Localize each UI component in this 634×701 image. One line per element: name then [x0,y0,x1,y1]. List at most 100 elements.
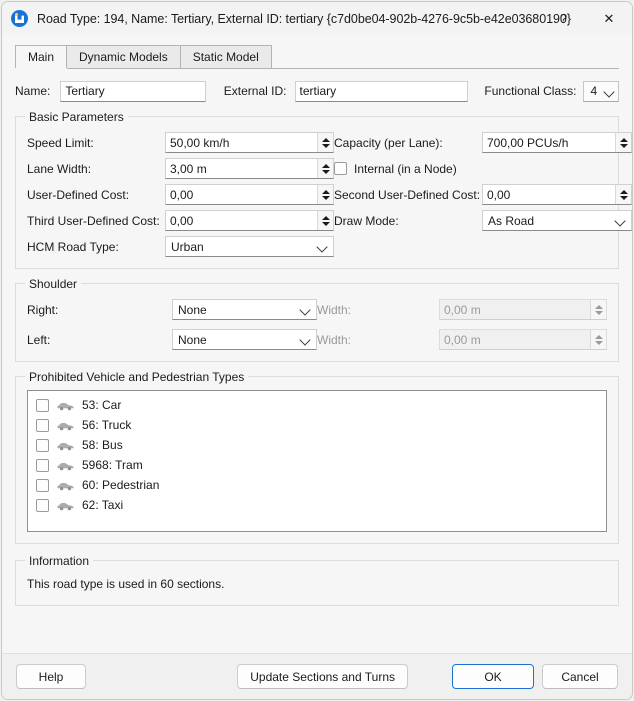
chevron-down-icon [603,85,616,98]
speed-limit-stepper[interactable] [317,133,333,152]
cancel-button[interactable]: Cancel [542,664,618,689]
name-input[interactable]: Tertiary [60,80,206,102]
third-user-defined-cost-spinner[interactable]: 0,00 [165,210,334,231]
aimsun-app-icon [11,10,28,27]
shoulder-right-width-spinner: 0,00 m [439,299,607,320]
lane-width-label: Lane Width: [27,161,92,176]
vehicle-icon [57,460,74,471]
chevron-down-icon [614,214,627,227]
prohibited-type-label: 5968: Tram [82,458,143,472]
tab-main[interactable]: Main [15,45,68,68]
vehicle-icon [57,420,74,431]
lane-width-stepper[interactable] [317,159,333,178]
close-icon[interactable]: ✕ [586,2,632,35]
second-user-defined-cost-spinner[interactable]: 0,00 [482,184,632,205]
list-item[interactable]: 62: Taxi [28,495,606,515]
prohibited-type-checkbox[interactable] [36,438,49,452]
user-defined-cost-stepper[interactable] [317,185,333,204]
vehicle-icon [57,440,74,451]
hcm-road-type-value: Urban [171,239,204,254]
shoulder-left-width-value: 0,00 m [444,332,481,347]
second-user-defined-cost-stepper[interactable] [615,185,631,204]
shoulder-right-select[interactable]: None [172,299,317,320]
tab-dynamic-models[interactable]: Dynamic Models [66,45,181,68]
third-user-defined-cost-label: Third User-Defined Cost: [27,213,160,228]
capacity-spinner[interactable]: 700,00 PCUs/h [482,132,632,153]
shoulder-right-label: Right: [27,302,59,317]
information-title: Information [25,554,94,568]
prohibited-type-checkbox[interactable] [36,458,49,472]
list-item[interactable]: 53: Car [28,395,606,415]
shoulder-right-width-label: Width: [317,302,352,317]
list-item[interactable]: 60: Pedestrian [28,475,606,495]
shoulder-right-width-value: 0,00 m [444,302,481,317]
prohibited-types-list[interactable]: 53: Car 56: Truck 58: Bus 5968: Tram 60:… [27,390,607,532]
shoulder-right-width-stepper [590,300,606,319]
draw-mode-label: Draw Mode: [334,213,399,228]
speed-limit-spinner[interactable]: 50,00 km/h [165,132,334,153]
draw-mode-select[interactable]: As Road [482,210,632,231]
chevron-down-icon [316,240,329,253]
prohibited-type-label: 58: Bus [82,438,123,452]
prohibited-type-label: 56: Truck [82,418,132,432]
information-text: This road type is used in 60 sections. [27,577,225,591]
chevron-down-icon [299,303,312,316]
functional-class-label: Functional Class: [484,84,577,98]
external-id-input[interactable]: tertiary [294,80,469,102]
prohibited-type-checkbox[interactable] [36,478,49,492]
shoulder-left-value: None [178,332,207,347]
basic-parameters-grid: Speed Limit: 50,00 km/h Capacity (per La… [27,132,632,257]
internal-label: Internal (in a Node) [354,161,457,176]
ok-button[interactable]: OK [452,664,534,689]
hcm-road-type-label: HCM Road Type: [27,239,119,254]
list-item[interactable]: 58: Bus [28,435,606,455]
vehicle-icon [57,400,74,411]
title-bar: Road Type: 194, Name: Tertiary, External… [2,2,632,35]
functional-class-select[interactable]: 4 [583,80,619,102]
dialog-footer: Help Update Sections and Turns OK Cancel [2,653,632,699]
tab-strip: Main Dynamic Models Static Model [15,45,619,69]
prohibited-types-group: Prohibited Vehicle and Pedestrian Types … [15,370,619,544]
vehicle-icon [57,480,74,491]
prohibited-type-label: 62: Taxi [82,498,124,512]
help-button[interactable]: Help [16,664,86,689]
information-group: Information This road type is used in 60… [15,554,619,606]
shoulder-left-label: Left: [27,332,51,347]
name-label: Name: [15,84,51,98]
prohibited-type-checkbox[interactable] [36,498,49,512]
help-icon[interactable]: ? [541,2,586,35]
speed-limit-label: Speed Limit: [27,135,94,150]
hcm-road-type-select[interactable]: Urban [165,236,334,257]
internal-checkbox[interactable] [334,162,347,175]
shoulder-left-width-label: Width: [317,332,352,347]
update-sections-and-turns-button[interactable]: Update Sections and Turns [237,664,408,689]
window-title: Road Type: 194, Name: Tertiary, External… [37,11,571,26]
shoulder-right-value: None [178,302,207,317]
shoulder-left-width-spinner: 0,00 m [439,329,607,350]
list-item[interactable]: 5968: Tram [28,455,606,475]
shoulder-left-width-stepper [590,330,606,349]
second-user-defined-cost-value: 0,00 [487,187,511,202]
third-user-defined-cost-stepper[interactable] [317,211,333,230]
list-item[interactable]: 56: Truck [28,415,606,435]
external-id-label: External ID: [223,84,287,98]
shoulder-title: Shoulder [25,277,82,291]
chevron-down-icon [299,333,312,346]
shoulder-grid: Right: None Width: 0,00 m Left: None Wid… [27,299,607,350]
shoulder-left-select[interactable]: None [172,329,317,350]
second-user-defined-cost-label: Second User-Defined Cost: [334,187,481,202]
prohibited-type-label: 53: Car [82,398,122,412]
user-defined-cost-label: User-Defined Cost: [27,187,130,202]
capacity-stepper[interactable] [615,133,631,152]
prohibited-type-label: 60: Pedestrian [82,478,160,492]
user-defined-cost-spinner[interactable]: 0,00 [165,184,334,205]
prohibited-type-checkbox[interactable] [36,398,49,412]
identity-row: Name: Tertiary External ID: tertiary Fun… [15,80,619,102]
capacity-label: Capacity (per Lane): [334,135,443,150]
draw-mode-value: As Road [488,213,535,228]
internal-checkbox-row[interactable]: Internal (in a Node) [334,162,632,176]
lane-width-spinner[interactable]: 3,00 m [165,158,334,179]
tab-static-model[interactable]: Static Model [179,45,272,68]
prohibited-type-checkbox[interactable] [36,418,49,432]
shoulder-group: Shoulder Right: None Width: 0,00 m Left:… [15,277,619,362]
